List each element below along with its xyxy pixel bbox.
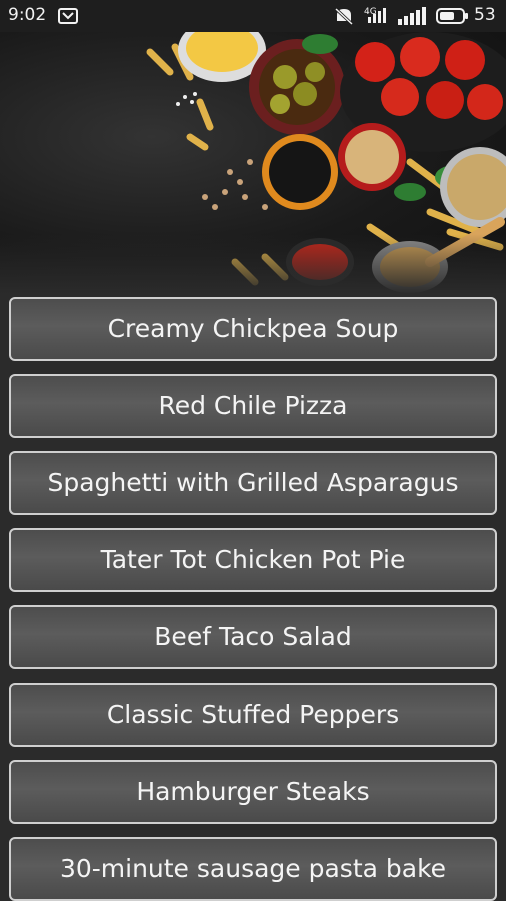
- network-icon: 4G: [364, 7, 386, 23]
- hero-image: [0, 32, 506, 294]
- recipe-button[interactable]: Spaghetti with Grilled Asparagus: [9, 451, 497, 515]
- recipe-button[interactable]: Hamburger Steaks: [9, 760, 497, 824]
- recipe-button[interactable]: Classic Stuffed Peppers: [9, 683, 497, 747]
- battery-percent: 53: [474, 5, 496, 25]
- recipe-button[interactable]: 30-minute sausage pasta bake: [9, 837, 497, 901]
- notification-icon: [58, 8, 78, 24]
- recipe-button[interactable]: Tater Tot Chicken Pot Pie: [9, 528, 497, 592]
- hero-fade: [0, 234, 506, 294]
- mute-icon: [334, 7, 354, 25]
- status-bar: 9:02 4G 53: [0, 0, 506, 32]
- recipe-button[interactable]: Beef Taco Salad: [9, 605, 497, 669]
- battery-icon: [436, 8, 468, 24]
- status-time: 9:02: [8, 5, 47, 25]
- recipe-button[interactable]: Creamy Chickpea Soup: [9, 297, 497, 361]
- signal-bars-icon: [398, 7, 426, 25]
- recipe-button[interactable]: Red Chile Pizza: [9, 374, 497, 438]
